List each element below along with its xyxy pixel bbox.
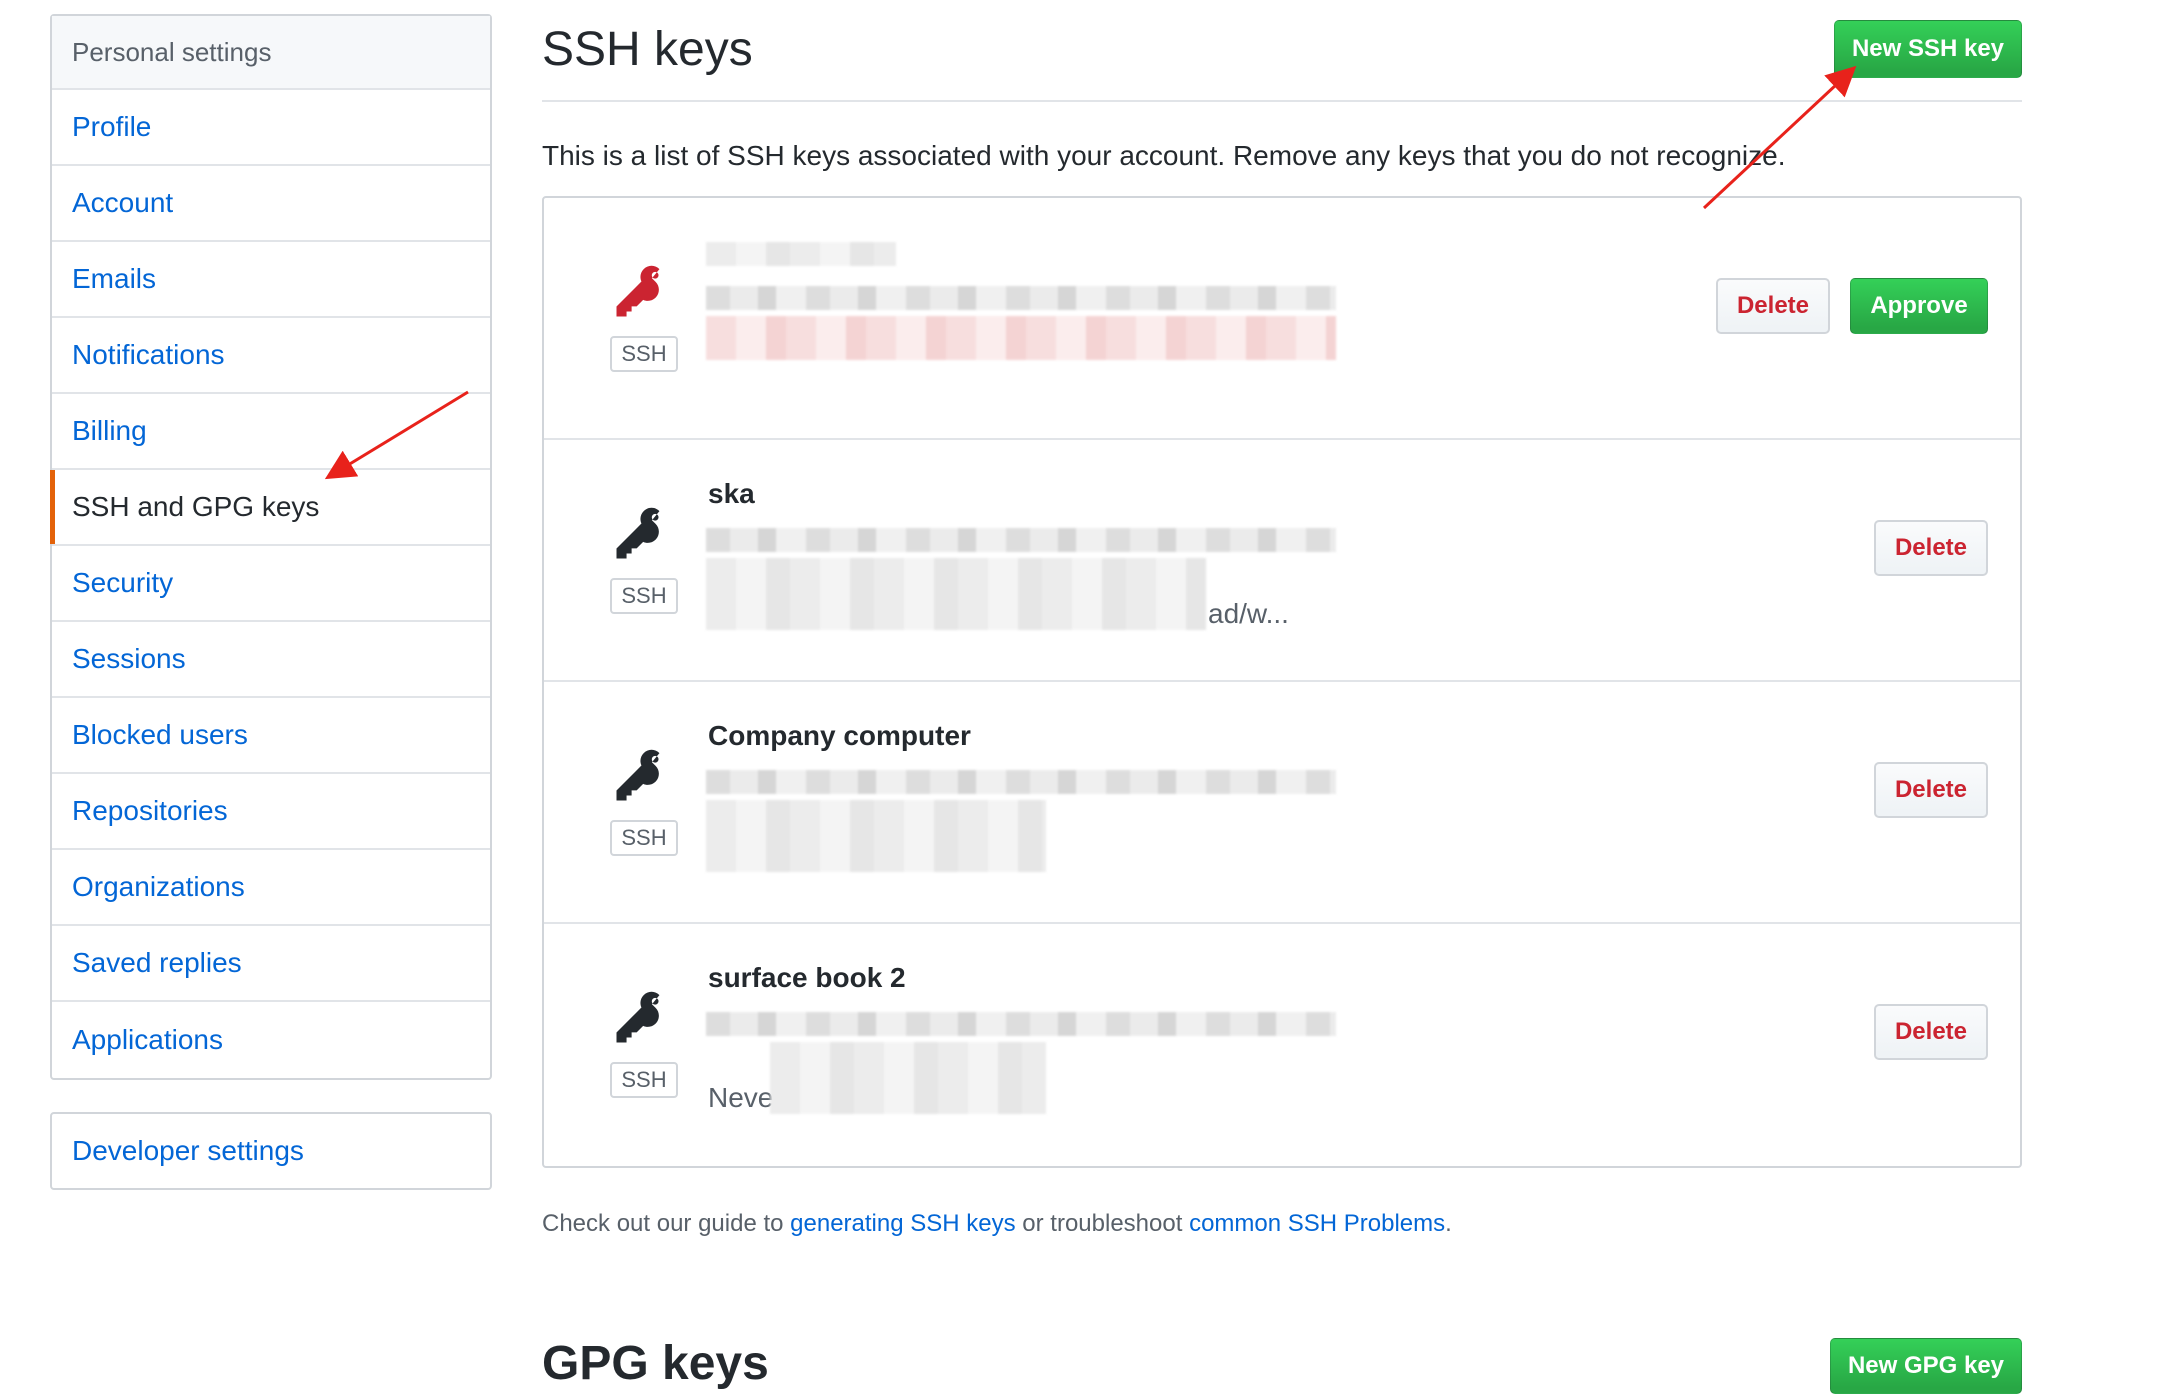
- ssh-key-list: SSH Delete Approve SSH ska ad/w... Delet…: [542, 196, 2022, 1168]
- key-title: Company computer: [708, 720, 971, 751]
- sidebar-item-ssh-gpg-keys[interactable]: SSH and GPG keys: [50, 470, 490, 546]
- sidebar-item-security[interactable]: Security: [52, 546, 490, 622]
- redacted-fingerprint: [706, 1012, 1336, 1036]
- sidebar-item-organizations[interactable]: Organizations: [52, 850, 490, 926]
- ssh-key-row: SSH Company computer Delete: [544, 682, 2020, 924]
- settings-sidebar: Personal settings Profile Account Emails…: [50, 14, 492, 1080]
- ssh-key-row: SSH surface book 2 Neve Delete: [544, 924, 2020, 1166]
- guide-middle: or troubleshoot: [1015, 1210, 1190, 1237]
- generating-ssh-keys-link[interactable]: generating SSH keys: [790, 1210, 1015, 1237]
- new-gpg-key-button[interactable]: New GPG key: [1830, 1338, 2022, 1394]
- key-icon: [616, 991, 660, 1043]
- gpg-title: GPG keys: [542, 1337, 769, 1390]
- delete-key-button[interactable]: Delete: [1874, 1004, 1988, 1060]
- guide-text: Check out our guide to generating SSH ke…: [542, 1210, 2022, 1238]
- redacted-fingerprint: [706, 286, 1336, 310]
- guide-prefix: Check out our guide to: [542, 1210, 791, 1237]
- key-partial-text: ad/w...: [1208, 598, 1289, 629]
- sidebar-item-applications[interactable]: Applications: [52, 1002, 490, 1078]
- delete-key-button[interactable]: Delete: [1716, 278, 1830, 334]
- key-icon: [616, 265, 660, 317]
- redacted-fingerprint: [706, 770, 1336, 794]
- ssh-badge: SSH: [610, 336, 678, 372]
- main-content: SSH keys New SSH key This is a list of S…: [542, 0, 2022, 1396]
- key-title: ska: [708, 478, 755, 509]
- delete-key-button[interactable]: Delete: [1874, 762, 1988, 818]
- ssh-badge: SSH: [610, 820, 678, 856]
- redacted-fingerprint: [706, 528, 1336, 552]
- page-title: SSH keys: [542, 23, 753, 76]
- key-title: surface book 2: [708, 962, 906, 993]
- ssh-header: SSH keys New SSH key: [542, 0, 2022, 102]
- key-partial-text: Neve: [708, 1082, 774, 1113]
- sidebar-item-account[interactable]: Account: [52, 166, 490, 242]
- redacted-title: [706, 242, 896, 266]
- new-ssh-key-button[interactable]: New SSH key: [1834, 20, 2022, 78]
- sidebar-item-repositories[interactable]: Repositories: [52, 774, 490, 850]
- sidebar-item-saved-replies[interactable]: Saved replies: [52, 926, 490, 1002]
- key-icon: [616, 749, 660, 801]
- redacted-details: [706, 800, 1046, 872]
- sidebar-header: Personal settings: [52, 16, 490, 90]
- sidebar-item-profile[interactable]: Profile: [52, 90, 490, 166]
- guide-suffix: .: [1445, 1210, 1452, 1237]
- intro-text: This is a list of SSH keys associated wi…: [542, 140, 1786, 171]
- redacted-warning: [706, 316, 1336, 360]
- sidebar-item-developer-settings[interactable]: Developer settings: [50, 1112, 492, 1190]
- redacted-details: [770, 1042, 1046, 1114]
- ssh-key-row: SSH ska ad/w... Delete: [544, 440, 2020, 682]
- gpg-header: GPG keys New GPG key: [542, 1328, 2022, 1396]
- sidebar-item-notifications[interactable]: Notifications: [52, 318, 490, 394]
- redacted-details: [706, 558, 1206, 630]
- ssh-badge: SSH: [610, 578, 678, 614]
- key-icon: [616, 507, 660, 559]
- delete-key-button[interactable]: Delete: [1874, 520, 1988, 576]
- sidebar-item-sessions[interactable]: Sessions: [52, 622, 490, 698]
- approve-key-button[interactable]: Approve: [1850, 278, 1988, 334]
- sidebar-item-billing[interactable]: Billing: [52, 394, 490, 470]
- common-ssh-problems-link[interactable]: common SSH Problems: [1189, 1210, 1445, 1237]
- sidebar-item-emails[interactable]: Emails: [52, 242, 490, 318]
- ssh-badge: SSH: [610, 1062, 678, 1098]
- sidebar-item-blocked-users[interactable]: Blocked users: [52, 698, 490, 774]
- ssh-key-row: SSH Delete Approve: [544, 198, 2020, 440]
